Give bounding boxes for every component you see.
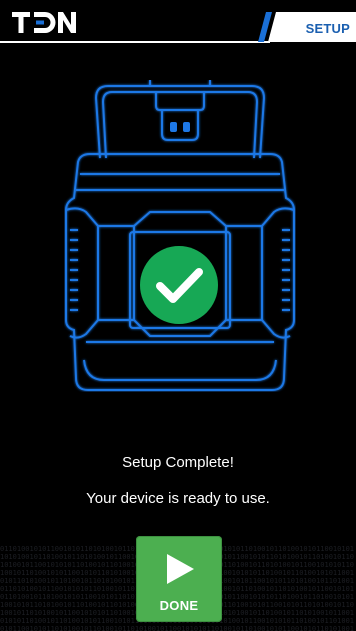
header-divider xyxy=(0,41,270,43)
setup-complete-screen: SETUP Setup Complete! Your device is rea… xyxy=(0,0,356,631)
tab-setup-label: SETUP xyxy=(305,21,350,36)
done-button[interactable]: DONE xyxy=(136,536,222,622)
play-icon xyxy=(167,554,194,584)
tab-setup[interactable]: SETUP xyxy=(258,12,356,42)
check-circle-icon xyxy=(139,245,219,325)
obd-device-icon xyxy=(64,80,296,392)
tdn-logo-icon xyxy=(12,11,76,35)
status-title: Setup Complete! xyxy=(122,454,234,471)
status-message: Your device is ready to use. xyxy=(86,490,270,507)
done-button-label: DONE xyxy=(159,598,199,613)
header: SETUP xyxy=(0,0,356,44)
